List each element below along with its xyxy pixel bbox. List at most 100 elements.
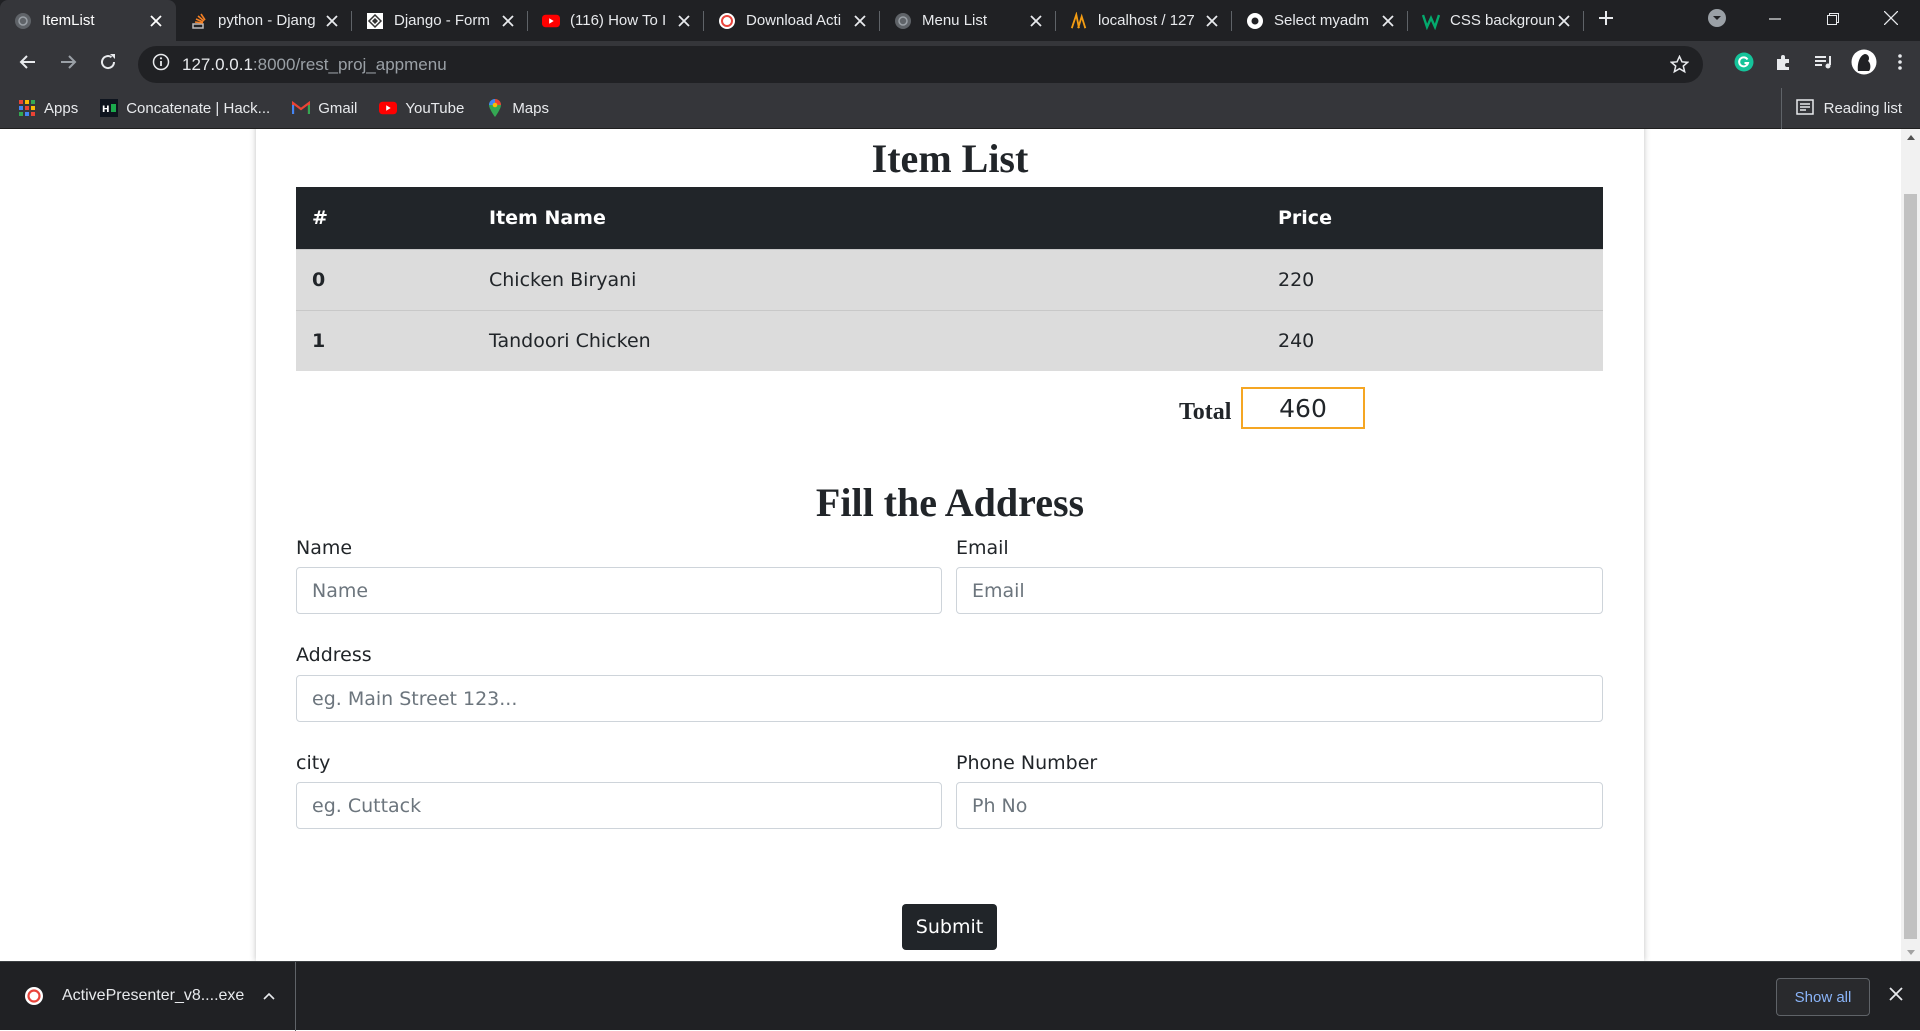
email-field[interactable] bbox=[956, 567, 1603, 614]
window-controls bbox=[1688, 0, 1920, 41]
scrollbar-thumb[interactable] bbox=[1904, 194, 1917, 939]
bookmark-youtube[interactable]: YouTube bbox=[379, 99, 464, 117]
browser-tab-strip: ItemList python - Djang Django - Form (1… bbox=[0, 0, 1920, 41]
submit-button[interactable]: Submit bbox=[902, 904, 997, 950]
activepresenter-icon bbox=[718, 12, 736, 30]
close-icon[interactable] bbox=[1378, 11, 1398, 31]
row-index: 0 bbox=[312, 268, 326, 291]
tab-select-myadm[interactable]: Select myadm bbox=[1232, 0, 1408, 41]
url-text: 127.0.0.1:8000/rest_proj_appmenu bbox=[182, 55, 447, 75]
playlist-icon bbox=[1814, 54, 1834, 75]
extensions-button[interactable] bbox=[1764, 45, 1804, 85]
tab-title: (116) How To I bbox=[570, 12, 667, 29]
stackoverflow-icon bbox=[190, 12, 208, 30]
bookmark-hackerrank[interactable]: H Concatenate | Hack... bbox=[100, 99, 270, 117]
tab-title: ItemList bbox=[42, 12, 95, 29]
tab-search-button[interactable] bbox=[1688, 0, 1746, 41]
globe-icon bbox=[894, 12, 912, 30]
info-icon[interactable] bbox=[152, 53, 170, 76]
city-field[interactable] bbox=[296, 782, 942, 829]
arrow-right-icon bbox=[59, 53, 77, 76]
table-row: 1 Tandoori Chicken 240 bbox=[296, 310, 1603, 371]
tab-itemlist[interactable]: ItemList bbox=[0, 0, 176, 41]
globe-icon bbox=[14, 12, 32, 30]
hackerrank-icon: H bbox=[100, 99, 119, 117]
show-all-downloads-button[interactable]: Show all bbox=[1776, 978, 1870, 1016]
close-icon[interactable] bbox=[322, 11, 342, 31]
row-item-name: Tandoori Chicken bbox=[489, 329, 651, 352]
bookmark-apps[interactable]: Apps bbox=[18, 99, 78, 117]
minimize-button[interactable] bbox=[1746, 0, 1804, 41]
extensions-area bbox=[1724, 41, 1920, 88]
reading-list-button[interactable]: Reading list bbox=[1780, 88, 1902, 129]
column-header-price: Price bbox=[1278, 206, 1332, 229]
media-control-button[interactable] bbox=[1804, 45, 1844, 85]
tab-title: localhost / 127 bbox=[1098, 12, 1195, 29]
phone-field[interactable] bbox=[956, 782, 1603, 829]
tab-python-django[interactable]: python - Djang bbox=[176, 0, 352, 41]
chrome-icon bbox=[1246, 12, 1264, 30]
tab-title: Select myadm bbox=[1274, 12, 1370, 29]
close-icon[interactable] bbox=[850, 11, 870, 31]
back-button[interactable] bbox=[8, 45, 48, 85]
tab-css-background[interactable]: CSS backgroun bbox=[1408, 0, 1584, 41]
reload-icon bbox=[99, 53, 117, 76]
content-card: Item List # Item Name Price 0 Chicken Bi… bbox=[256, 129, 1644, 961]
reading-list-icon bbox=[1795, 98, 1814, 119]
arrow-left-icon bbox=[19, 53, 37, 76]
url-host: 127.0.0.1 bbox=[182, 54, 253, 74]
scroll-down-arrow-icon[interactable] bbox=[1901, 944, 1920, 961]
close-downloads-bar-button[interactable] bbox=[1884, 984, 1908, 1008]
reload-button[interactable] bbox=[88, 45, 128, 85]
profile-button[interactable] bbox=[1844, 45, 1884, 85]
tab-menu-list[interactable]: Menu List bbox=[880, 0, 1056, 41]
tab-phpmyadmin[interactable]: localhost / 127 bbox=[1056, 0, 1232, 41]
page-scrollbar[interactable] bbox=[1901, 129, 1920, 961]
close-icon[interactable] bbox=[1202, 11, 1222, 31]
close-icon[interactable] bbox=[674, 11, 694, 31]
table-header-row: # Item Name Price bbox=[296, 187, 1603, 249]
avatar bbox=[1851, 49, 1877, 80]
tab-title: Download Acti bbox=[746, 12, 842, 29]
reading-list-label: Reading list bbox=[1823, 100, 1902, 117]
close-window-button[interactable] bbox=[1862, 0, 1920, 41]
star-icon[interactable] bbox=[1669, 54, 1690, 79]
row-index: 1 bbox=[312, 329, 326, 352]
name-field[interactable] bbox=[296, 567, 942, 614]
chevron-up-icon[interactable] bbox=[259, 992, 279, 1000]
grammarly-extension-button[interactable] bbox=[1724, 45, 1764, 85]
close-icon[interactable] bbox=[146, 11, 166, 31]
forward-button[interactable] bbox=[48, 45, 88, 85]
bookmark-label: Apps bbox=[44, 99, 79, 117]
new-tab-button[interactable] bbox=[1584, 0, 1628, 41]
bookmark-maps[interactable]: Maps bbox=[486, 99, 549, 117]
close-icon[interactable] bbox=[1554, 11, 1574, 31]
close-icon[interactable] bbox=[498, 11, 518, 31]
tab-youtube-video[interactable]: (116) How To I bbox=[528, 0, 704, 41]
tab-django-form[interactable]: Django - Form bbox=[352, 0, 528, 41]
youtube-icon bbox=[542, 12, 560, 30]
scroll-up-arrow-icon[interactable] bbox=[1901, 129, 1920, 146]
grammarly-icon bbox=[1734, 52, 1754, 77]
maps-icon bbox=[486, 99, 504, 117]
restore-button[interactable] bbox=[1804, 0, 1862, 41]
chevron-down-circle-icon bbox=[1707, 8, 1727, 33]
address-bar[interactable]: 127.0.0.1:8000/rest_proj_appmenu bbox=[138, 46, 1703, 83]
bookmark-gmail[interactable]: Gmail bbox=[292, 99, 357, 117]
address-field[interactable] bbox=[296, 675, 1603, 722]
download-item[interactable]: ActivePresenter_v8....exe bbox=[0, 961, 296, 1031]
chrome-menu-button[interactable] bbox=[1884, 45, 1916, 85]
django-icon bbox=[366, 12, 384, 30]
more-vertical-icon bbox=[1898, 54, 1902, 75]
puzzle-icon bbox=[1775, 53, 1793, 76]
form-title: Fill the Address bbox=[815, 480, 1085, 525]
email-label: Email bbox=[956, 537, 1009, 559]
plus-icon bbox=[1598, 10, 1614, 31]
bookmark-label: YouTube bbox=[405, 99, 465, 117]
close-icon[interactable] bbox=[1026, 11, 1046, 31]
phone-label: Phone Number bbox=[956, 752, 1098, 774]
row-price: 240 bbox=[1278, 329, 1315, 352]
gmail-icon bbox=[292, 99, 311, 117]
tab-download-activepresenter[interactable]: Download Acti bbox=[704, 0, 880, 41]
column-header-item-name: Item Name bbox=[489, 206, 606, 229]
